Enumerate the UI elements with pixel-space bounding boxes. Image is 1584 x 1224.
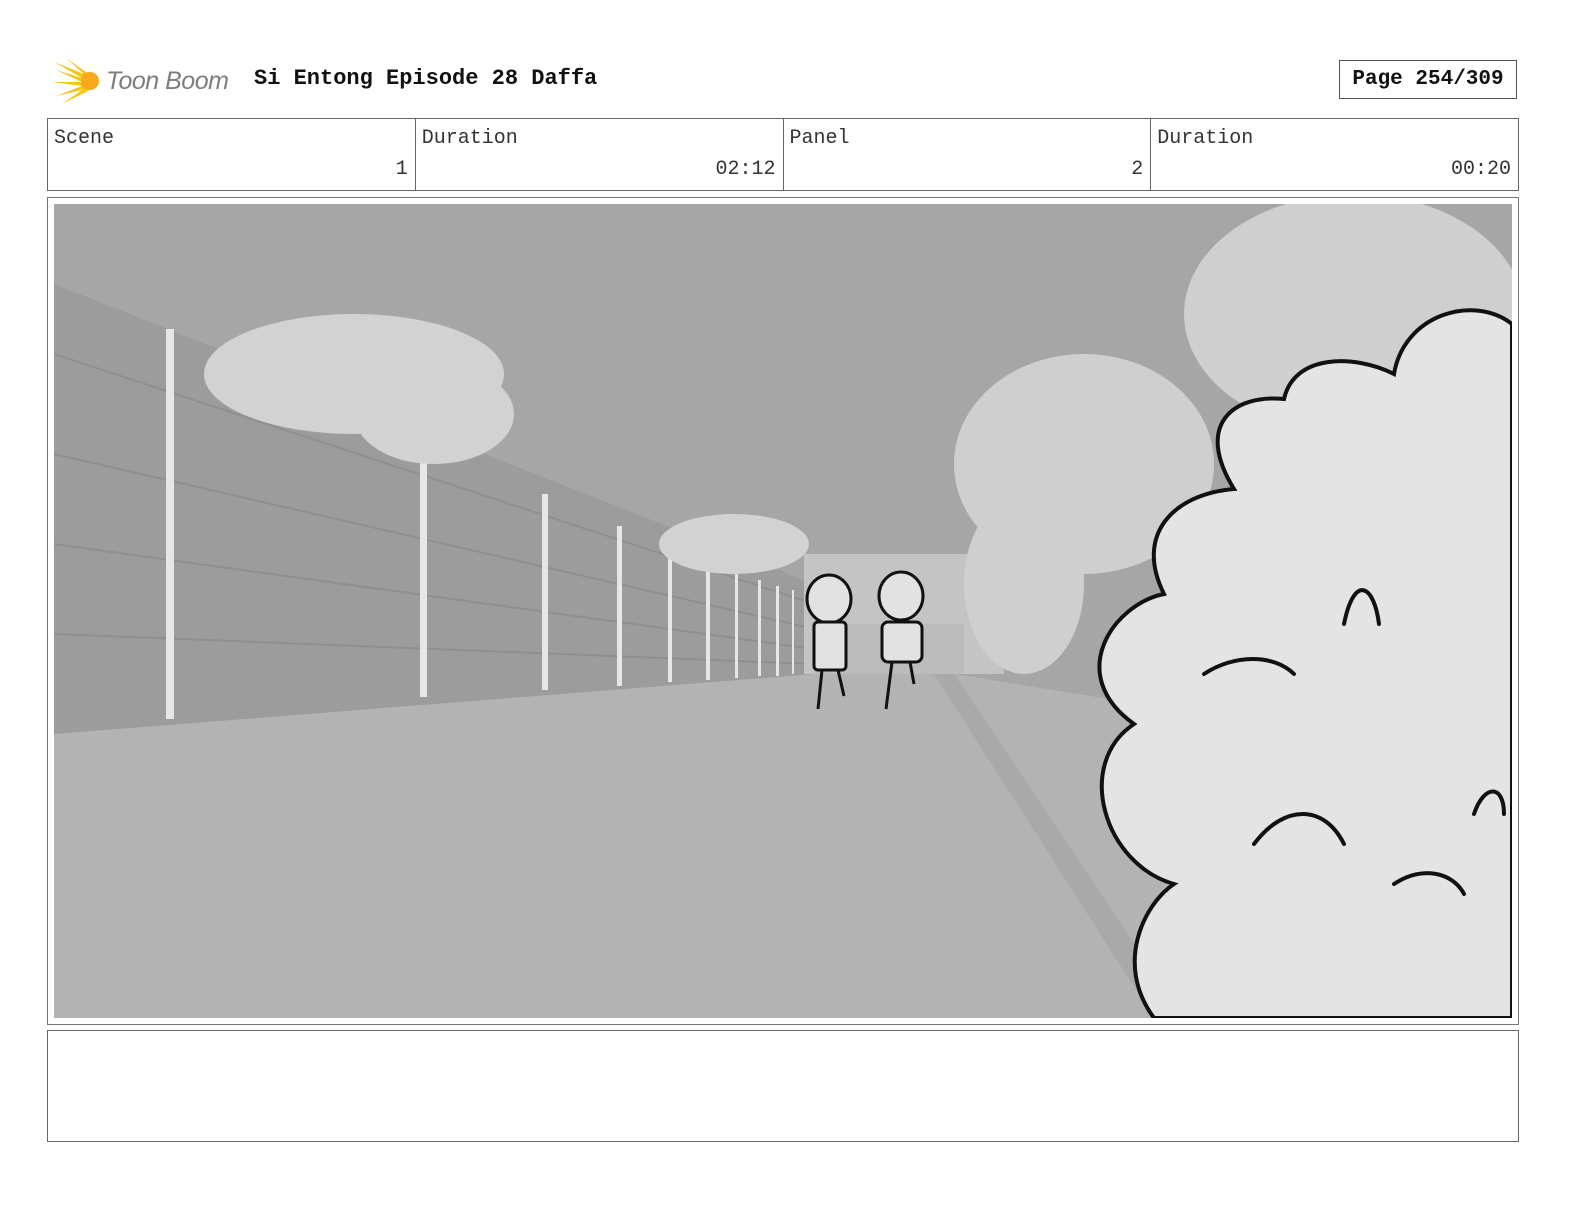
scene-cell: Scene 1 [48, 119, 416, 190]
page-number: Page 254/309 [1339, 60, 1517, 99]
panel-duration-value: 00:20 [1450, 158, 1511, 181]
panel-label: Panel [789, 127, 850, 150]
scene-duration-label: Duration [421, 127, 518, 150]
panel-value: 2 [1131, 158, 1144, 181]
panel-cell: Panel 2 [784, 119, 1152, 190]
storyboard-panel-image [54, 204, 1512, 1018]
toon-boom-flare-icon [52, 58, 99, 104]
scene-value: 1 [395, 158, 408, 181]
panel-info-row: Scene 1 Duration 02:12 Panel 2 Duration … [47, 118, 1519, 191]
storyboard-sketch [54, 204, 1512, 1018]
scene-duration-cell: Duration 02:12 [416, 119, 784, 190]
document-title: Si Entong Episode 28 Daffa [254, 66, 598, 91]
scene-duration-value: 02:12 [715, 158, 776, 181]
panel-duration-cell: Duration 00:20 [1151, 119, 1518, 190]
toon-boom-logo: Toon Boom [52, 56, 242, 106]
panel-notes-box [47, 1030, 1519, 1142]
logo-text: Toon Boom [106, 66, 229, 95]
panel-duration-label: Duration [1157, 127, 1254, 150]
scene-label: Scene [54, 127, 115, 150]
panel-frame [47, 197, 1519, 1025]
